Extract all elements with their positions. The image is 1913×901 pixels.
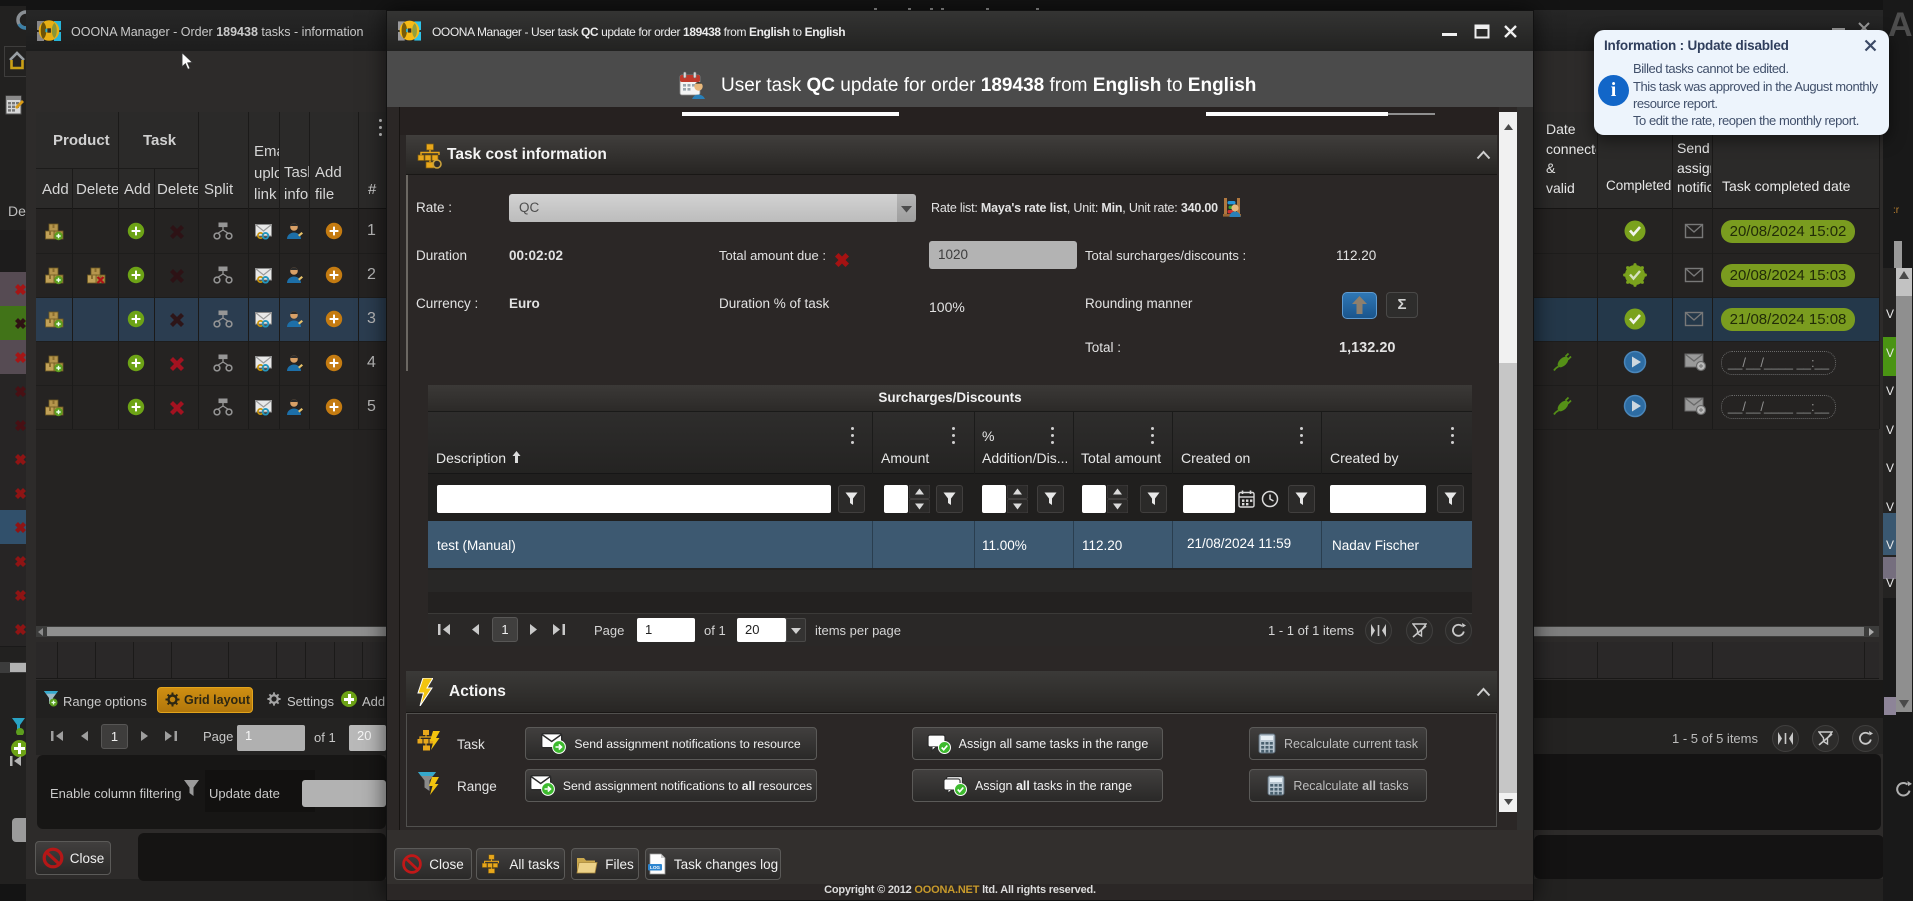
- svg-text:LOG: LOG: [650, 865, 660, 870]
